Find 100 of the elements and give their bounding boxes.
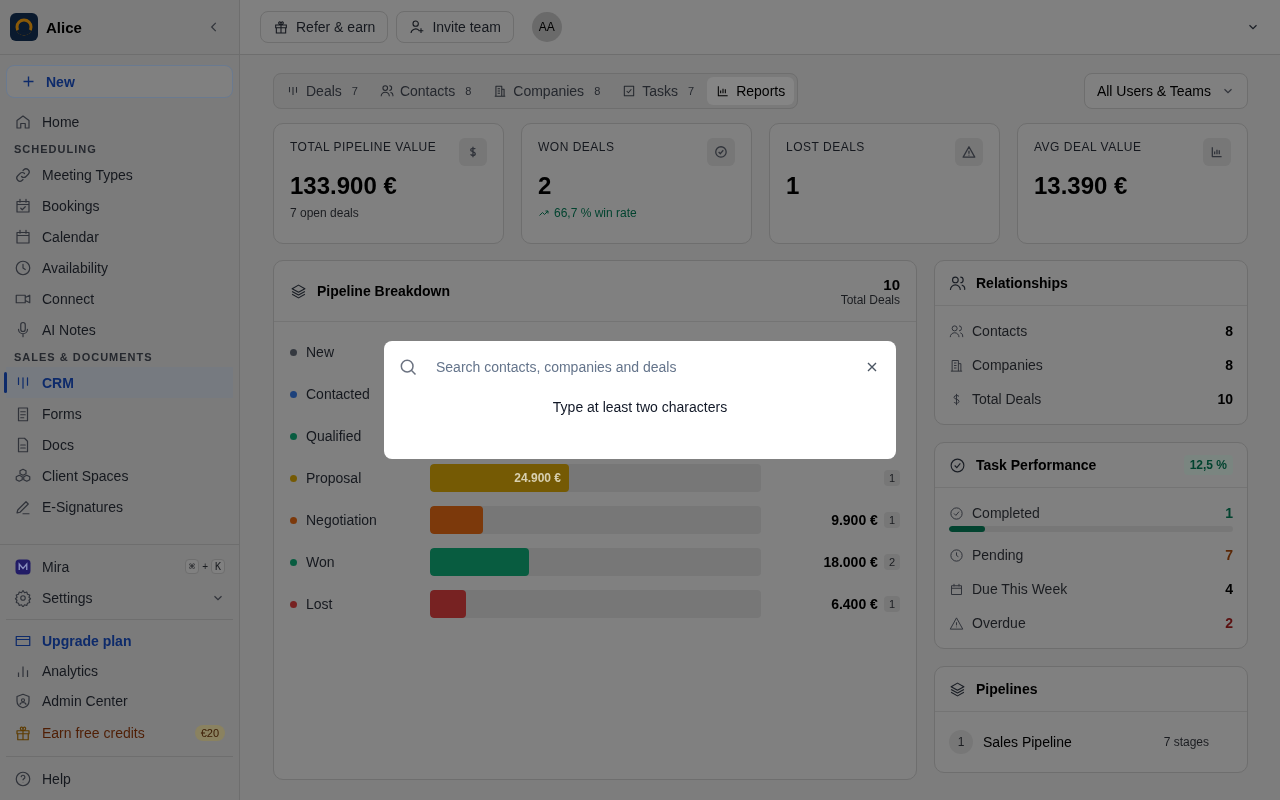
stat-value: 2 bbox=[538, 172, 553, 200]
help-icon bbox=[14, 769, 32, 788]
sidebar-item[interactable]: Connect bbox=[0, 283, 239, 314]
row-label: Contacts bbox=[972, 323, 1028, 339]
calendar-check-icon bbox=[14, 196, 32, 215]
row-label: Total Deals bbox=[972, 391, 1042, 407]
help-item[interactable]: Help bbox=[0, 763, 239, 794]
cubes-icon bbox=[14, 466, 32, 485]
shield-icon bbox=[14, 692, 32, 710]
sidebar-item[interactable]: Bookings bbox=[0, 190, 239, 221]
credit-badge: €20 bbox=[194, 725, 225, 741]
assistant-item[interactable]: Mira ⌘ + K bbox=[0, 551, 239, 582]
refer-button[interactable]: Refer & earn bbox=[260, 11, 389, 43]
card-title: Pipeline Breakdown bbox=[317, 283, 451, 299]
layers-icon bbox=[949, 680, 966, 698]
bar-label: 24.900 € bbox=[514, 471, 562, 485]
clock-icon bbox=[949, 547, 964, 563]
stat-value: 1 bbox=[786, 172, 801, 200]
tab[interactable]: Deals 7 bbox=[277, 77, 367, 105]
new-button[interactable]: New bbox=[6, 65, 233, 98]
link-icon bbox=[14, 165, 32, 184]
count-badge: 1 bbox=[883, 470, 900, 486]
key-separator: + bbox=[202, 561, 208, 572]
sidebar-item[interactable]: Admin Center bbox=[0, 686, 239, 716]
stage-name: Negotiation bbox=[306, 512, 377, 528]
card-title: Task Performance bbox=[976, 457, 1097, 473]
percent-badge: 12,5 % bbox=[1183, 455, 1233, 475]
sidebar-item[interactable]: Home bbox=[0, 106, 239, 137]
plus-icon bbox=[21, 74, 36, 89]
row-label: Due This Week bbox=[972, 581, 1068, 597]
sidebar-item[interactable]: Analytics bbox=[0, 656, 239, 686]
gift-icon bbox=[273, 19, 289, 35]
stage-count: 7 stages bbox=[1163, 735, 1209, 749]
row-value: 8 bbox=[1225, 323, 1233, 339]
key-cap: K bbox=[210, 559, 225, 574]
bar-chart-icon bbox=[716, 84, 731, 98]
calendar-icon bbox=[14, 227, 32, 246]
sidebar-item[interactable]: Calendar bbox=[0, 221, 239, 252]
sidebar-item[interactable]: Earn free credits €20 bbox=[0, 716, 239, 750]
search-hint: Type at least two characters bbox=[551, 399, 729, 415]
add-user-icon bbox=[409, 19, 426, 35]
sidebar-item[interactable]: E-Signatures bbox=[0, 491, 239, 522]
section-heading: SCHEDULING bbox=[13, 142, 98, 157]
total-count: 10 bbox=[883, 275, 900, 293]
tab[interactable]: Contacts 8 bbox=[370, 77, 481, 105]
warning-icon bbox=[955, 138, 983, 166]
users-icon bbox=[949, 274, 966, 292]
section-heading: SALES & DOCUMENTS bbox=[13, 350, 154, 365]
avatar[interactable]: AA bbox=[531, 12, 562, 42]
workspace-name: Alice bbox=[46, 18, 83, 36]
dollar-icon bbox=[459, 138, 487, 166]
calendar-icon bbox=[949, 581, 964, 597]
sidebar-item[interactable]: Forms bbox=[0, 398, 239, 429]
stat-label: LOST DEALS bbox=[786, 140, 865, 154]
tab[interactable]: Companies 8 bbox=[484, 77, 610, 105]
search-icon bbox=[398, 357, 418, 377]
tab[interactable]: Reports bbox=[707, 77, 795, 105]
sidebar-item[interactable]: AI Notes bbox=[0, 314, 239, 345]
pipeline-name[interactable]: Sales Pipeline bbox=[983, 734, 1072, 750]
settings-item[interactable]: Settings bbox=[0, 582, 239, 613]
stage-value: 6.400 € bbox=[831, 596, 878, 612]
sidebar-item[interactable]: Docs bbox=[0, 429, 239, 460]
sidebar-item[interactable]: Meeting Types bbox=[0, 159, 239, 190]
row-label: Completed bbox=[972, 505, 1040, 521]
stat-value: 13.390 € bbox=[1034, 172, 1129, 200]
row-value: 1 bbox=[1225, 505, 1233, 521]
stat-label: TOTAL PIPELINE VALUE bbox=[290, 140, 437, 154]
index-badge: 1 bbox=[949, 730, 973, 754]
stage-value: 18.000 € bbox=[823, 554, 878, 570]
count-badge: 2 bbox=[883, 554, 900, 570]
sidebar-item[interactable]: Client Spaces bbox=[0, 460, 239, 491]
sidebar-item[interactable]: Upgrade plan bbox=[0, 626, 239, 656]
row-label: Pending bbox=[972, 547, 1024, 563]
users-icon bbox=[379, 84, 394, 98]
stat-note: 7 open deals bbox=[290, 206, 359, 220]
count-badge: 1 bbox=[883, 596, 900, 612]
stage-name: Won bbox=[306, 554, 335, 570]
kanban-icon bbox=[286, 84, 300, 98]
stage-name: New bbox=[306, 344, 334, 360]
sidebar-item[interactable]: Availability bbox=[0, 252, 239, 283]
stat-note: 66,7 % win rate bbox=[554, 206, 637, 220]
card-title: Relationships bbox=[976, 275, 1068, 291]
filter-dropdown[interactable]: All Users & Teams bbox=[1083, 73, 1248, 109]
row-value: 7 bbox=[1225, 547, 1233, 563]
invite-button[interactable]: Invite team bbox=[396, 11, 514, 43]
tab[interactable]: Tasks 7 bbox=[613, 77, 704, 105]
clock-icon bbox=[14, 258, 32, 277]
row-value: 10 bbox=[1217, 391, 1233, 407]
layers-icon bbox=[290, 282, 307, 300]
total-label: Total Deals bbox=[840, 292, 900, 307]
sidebar-item[interactable]: CRM bbox=[6, 367, 233, 398]
checkbox-icon bbox=[622, 84, 637, 98]
row-label: Companies bbox=[972, 357, 1043, 373]
stage-value: 9.900 € bbox=[831, 512, 878, 528]
building-icon bbox=[949, 357, 964, 373]
stage-name: Lost bbox=[306, 596, 333, 612]
settings-icon bbox=[14, 588, 32, 607]
row-value: 2 bbox=[1225, 615, 1233, 631]
logo-icon bbox=[10, 13, 38, 41]
stage-name: Contacted bbox=[306, 386, 370, 402]
